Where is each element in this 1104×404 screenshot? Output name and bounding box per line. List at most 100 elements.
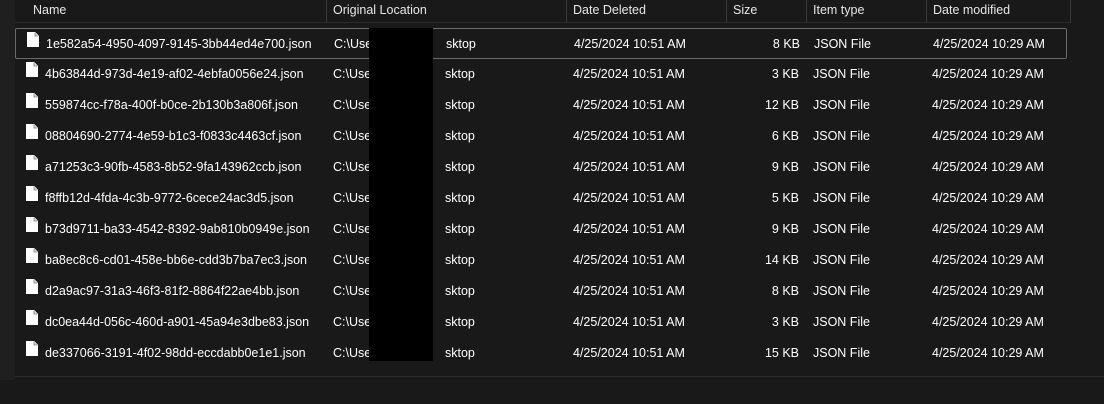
file-icon [26, 90, 38, 120]
original-location-prefix: C:\Use [333, 315, 372, 329]
file-icon [26, 214, 38, 244]
item-type-cell: JSON File [813, 346, 870, 360]
file-name-cell[interactable]: 1e582a54-4950-4097-9145-3bb44ed4e700.jso… [27, 29, 327, 60]
date-modified-cell: 4/25/2024 10:29 AM [932, 129, 1044, 143]
item-type-cell: JSON File [813, 315, 870, 329]
column-resize-handle-name[interactable] [326, 0, 327, 22]
file-name-cell[interactable]: f8ffb12d-4fda-4c3b-9772-6cece24ac3d5.jso… [26, 183, 326, 214]
original-location-suffix: sktop [445, 315, 475, 329]
date-modified-cell: 4/25/2024 10:29 AM [932, 67, 1044, 81]
original-location-suffix: sktop [445, 222, 475, 236]
file-icon [26, 183, 38, 213]
date-deleted-cell: 4/25/2024 10:51 AM [573, 191, 685, 205]
file-name: a71253c3-90fb-4583-8b52-9fa143962ccb.jso… [45, 160, 302, 175]
file-name: f8ffb12d-4fda-4c3b-9772-6cece24ac3d5.jso… [45, 191, 294, 206]
original-location-prefix: C:\Use [333, 253, 372, 267]
size-cell: 8 KB [772, 37, 800, 51]
file-name-cell[interactable]: dc0ea44d-056c-460d-a901-45a94e3dbe83.jso… [26, 307, 326, 338]
size-cell: 14 KB [764, 253, 799, 267]
file-row[interactable]: b73d9711-ba33-4542-8392-9ab810b0949e.jso… [15, 214, 1067, 245]
original-location-cell: C:\User sktop [333, 121, 563, 152]
file-name: b73d9711-ba33-4542-8392-9ab810b0949e.jso… [45, 222, 310, 237]
file-name-cell[interactable]: de337066-3191-4f02-98dd-eccdabb0e1e1.jso… [26, 338, 326, 369]
item-type-cell: JSON File [813, 98, 870, 112]
file-row[interactable]: dc0ea44d-056c-460d-a901-45a94e3dbe83.jso… [15, 307, 1067, 338]
original-location-suffix: sktop [445, 129, 475, 143]
date-deleted-cell: 4/25/2024 10:51 AM [573, 222, 685, 236]
original-location-cell: C:\User sktop [333, 152, 563, 183]
item-type-cell: JSON File [813, 129, 870, 143]
size-cell: 3 KB [771, 67, 799, 81]
date-modified-cell: 4/25/2024 10:29 AM [932, 222, 1044, 236]
original-location-suffix: sktop [445, 67, 475, 81]
original-location-prefix: C:\Use [333, 284, 372, 298]
file-row[interactable]: a71253c3-90fb-4583-8b52-9fa143962ccb.jso… [15, 152, 1067, 183]
original-location-prefix: C:\Use [333, 222, 372, 236]
file-name: ba8ec8c6-cd01-458e-bb6e-cdd3b7ba7ec3.jso… [45, 253, 308, 268]
original-location-cell: C:\Use sktop [333, 214, 563, 245]
file-icon [26, 276, 38, 306]
redaction-block [369, 28, 433, 361]
date-modified-cell: 4/25/2024 10:29 AM [933, 37, 1045, 51]
file-name-cell[interactable]: 4b63844d-973d-4e19-af02-4ebfa0056e24.jso… [26, 59, 326, 90]
original-location-suffix: sktop [445, 346, 475, 360]
file-row[interactable]: de337066-3191-4f02-98dd-eccdabb0e1e1.jso… [15, 338, 1067, 369]
file-name-cell[interactable]: a71253c3-90fb-4583-8b52-9fa143962ccb.jso… [26, 152, 326, 183]
file-row[interactable]: d2a9ac97-31a3-46f3-81f2-8864f22ae4bb.jso… [15, 276, 1067, 307]
original-location-cell: C:\User sktop [333, 90, 563, 121]
original-location-suffix: sktop [445, 284, 475, 298]
original-location-cell: C:\Use sktop [333, 338, 563, 369]
file-icon [26, 307, 38, 337]
size-cell: 15 KB [764, 346, 799, 360]
file-icon [26, 59, 38, 89]
file-name: 1e582a54-4950-4097-9145-3bb44ed4e700.jso… [46, 37, 312, 52]
file-name-cell[interactable]: ba8ec8c6-cd01-458e-bb6e-cdd3b7ba7ec3.jso… [26, 245, 326, 276]
date-modified-cell: 4/25/2024 10:29 AM [932, 253, 1044, 267]
column-resize-handle-date-modified[interactable] [1070, 0, 1071, 22]
date-modified-cell: 4/25/2024 10:29 AM [932, 98, 1044, 112]
original-location-prefix: C:\Use [333, 191, 372, 205]
size-cell: 12 KB [764, 98, 799, 112]
column-resize-handle-size[interactable] [806, 0, 807, 22]
vertical-scrollbar[interactable] [1090, 0, 1104, 376]
file-name-cell[interactable]: 559874cc-f78a-400f-b0ce-2b130b3a806f.jso… [26, 90, 326, 121]
column-header-date-deleted[interactable]: Date Deleted [573, 0, 646, 22]
file-row[interactable]: 559874cc-f78a-400f-b0ce-2b130b3a806f.jso… [15, 90, 1067, 121]
column-header-name[interactable]: Name [33, 0, 66, 22]
file-row[interactable]: ba8ec8c6-cd01-458e-bb6e-cdd3b7ba7ec3.jso… [15, 245, 1067, 276]
size-cell: 9 KB [771, 160, 799, 174]
size-cell: 6 KB [771, 129, 799, 143]
original-location-cell: C:\Use sktop [333, 245, 563, 276]
column-header-original-location[interactable]: Original Location [333, 0, 427, 22]
file-name-cell[interactable]: 08804690-2774-4e59-b1c3-f0833c4463cf.jso… [26, 121, 326, 152]
item-type-cell: JSON File [813, 67, 870, 81]
column-header-item-type[interactable]: Item type [813, 0, 864, 22]
column-resize-handle-location[interactable] [566, 0, 567, 22]
date-deleted-cell: 4/25/2024 10:51 AM [573, 346, 685, 360]
date-deleted-cell: 4/25/2024 10:51 AM [573, 160, 685, 174]
file-row[interactable]: 08804690-2774-4e59-b1c3-f0833c4463cf.jso… [15, 121, 1067, 152]
date-deleted-cell: 4/25/2024 10:51 AM [574, 37, 686, 51]
file-icon [26, 152, 38, 182]
file-icon [27, 29, 39, 59]
file-row[interactable]: f8ffb12d-4fda-4c3b-9772-6cece24ac3d5.jso… [15, 183, 1067, 214]
file-row[interactable]: 1e582a54-4950-4097-9145-3bb44ed4e700.jso… [15, 28, 1067, 59]
original-location-cell: C:\Use sktop [333, 276, 563, 307]
size-cell: 5 KB [771, 191, 799, 205]
original-location-cell: C:\User sktop [333, 59, 563, 90]
column-resize-handle-date-deleted[interactable] [726, 0, 727, 22]
file-name-cell[interactable]: d2a9ac97-31a3-46f3-81f2-8864f22ae4bb.jso… [26, 276, 326, 307]
item-type-cell: JSON File [813, 222, 870, 236]
original-location-suffix: sktop [445, 191, 475, 205]
file-name: 4b63844d-973d-4e19-af02-4ebfa0056e24.jso… [45, 67, 304, 82]
date-deleted-cell: 4/25/2024 10:51 AM [573, 284, 685, 298]
file-row[interactable]: 4b63844d-973d-4e19-af02-4ebfa0056e24.jso… [15, 59, 1067, 90]
date-deleted-cell: 4/25/2024 10:51 AM [573, 98, 685, 112]
column-header-size[interactable]: Size [733, 0, 757, 22]
file-name-cell[interactable]: b73d9711-ba33-4542-8392-9ab810b0949e.jso… [26, 214, 326, 245]
column-header-date-modified[interactable]: Date modified [933, 0, 1010, 22]
date-modified-cell: 4/25/2024 10:29 AM [932, 191, 1044, 205]
file-name: 559874cc-f78a-400f-b0ce-2b130b3a806f.jso… [45, 98, 298, 113]
column-resize-handle-item-type[interactable] [926, 0, 927, 22]
size-cell: 3 KB [771, 315, 799, 329]
